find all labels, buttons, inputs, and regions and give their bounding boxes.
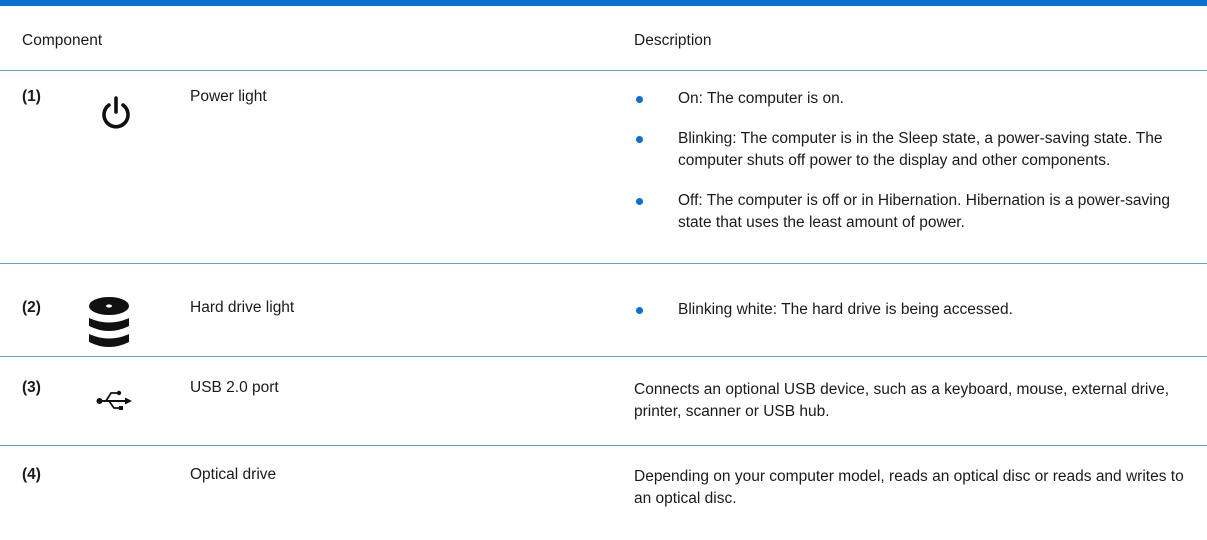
bullet-icon bbox=[636, 96, 643, 103]
row-name: Power light bbox=[190, 88, 267, 105]
bullet-text: Off: The computer is off or in Hibernati… bbox=[678, 192, 1170, 231]
row-number: (1) bbox=[22, 88, 41, 105]
row-name: Optical drive bbox=[190, 466, 277, 483]
row-description: Connects an optional USB device, such as… bbox=[634, 381, 1170, 420]
description-list: Blinking white: The hard drive is being … bbox=[634, 299, 1194, 321]
bullet-text: Blinking: The computer is in the Sleep s… bbox=[678, 130, 1163, 169]
table-row: (3) USB 2.0 port Connects an optional US… bbox=[0, 357, 1207, 446]
usb-icon bbox=[96, 387, 132, 420]
bullet-icon bbox=[636, 198, 643, 205]
table-row: (4) Optical drive Depending on your comp… bbox=[0, 446, 1207, 540]
power-icon bbox=[100, 95, 132, 136]
row-name: Hard drive light bbox=[190, 299, 295, 316]
list-item: On: The computer is on. bbox=[634, 88, 1194, 110]
bullet-text: Blinking white: The hard drive is being … bbox=[678, 301, 1013, 318]
row-number: (4) bbox=[22, 466, 41, 483]
table-header: Component Description bbox=[0, 6, 1207, 71]
row-name: USB 2.0 port bbox=[190, 379, 279, 396]
table-row: (2) Hard drive light Blinking white: The… bbox=[0, 264, 1207, 357]
list-item: Blinking white: The hard drive is being … bbox=[634, 299, 1194, 321]
row-description: Depending on your computer model, reads … bbox=[634, 468, 1184, 507]
table-row: (1) Power light On: The computer is on. … bbox=[0, 71, 1207, 264]
description-list: On: The computer is on. Blinking: The co… bbox=[634, 88, 1194, 234]
bullet-text: On: The computer is on. bbox=[678, 90, 844, 107]
bullet-icon bbox=[636, 307, 643, 314]
header-component: Component bbox=[22, 32, 103, 49]
row-number: (3) bbox=[22, 379, 41, 396]
list-item: Off: The computer is off or in Hibernati… bbox=[634, 190, 1194, 234]
row-number: (2) bbox=[22, 299, 41, 316]
header-description: Description bbox=[634, 32, 712, 49]
hard-drive-icon bbox=[88, 296, 130, 357]
list-item: Blinking: The computer is in the Sleep s… bbox=[634, 128, 1194, 172]
bullet-icon bbox=[636, 136, 643, 143]
